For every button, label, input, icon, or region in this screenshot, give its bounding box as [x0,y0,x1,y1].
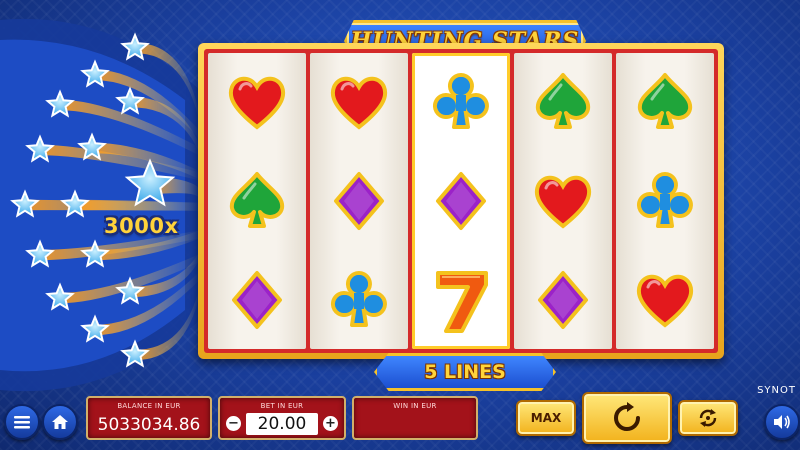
multiplier-label: 3000x [104,214,179,238]
spin-arrow-icon [614,402,640,431]
win-panel: WIN IN EUR [352,396,478,440]
club-symbol [632,168,698,234]
diamond-icon [538,270,588,329]
heart-icon [330,77,388,130]
club-symbol [326,267,392,333]
diamond-symbol [326,168,392,234]
seven-icon [436,270,488,333]
spade-symbol [224,168,290,234]
reel-4 [514,53,612,349]
spade-symbol [530,69,596,135]
diamond-symbol [428,168,494,234]
reel-3 [412,53,510,349]
reel-5 [616,53,714,349]
balance-value: 5033034.86 [97,415,201,435]
balance-label: BALANCE IN EUR [117,402,181,410]
menu-icon [14,416,30,429]
reel-1 [208,53,306,349]
home-button[interactable] [42,404,78,440]
heart-symbol [632,267,698,333]
heart-symbol [326,69,392,135]
reels-frame [198,43,724,359]
lines-banner: 5 LINES [374,353,556,391]
win-label: WIN IN EUR [393,402,437,410]
menu-button[interactable] [4,404,40,440]
reels-grid [204,49,718,353]
autoplay-icon [699,409,717,427]
club-icon [330,270,387,327]
spade-icon [535,73,591,130]
diamond-icon [334,171,384,230]
sound-icon [774,415,790,429]
diamond-symbol [224,267,290,333]
seven-symbol [428,267,494,333]
diamond-icon [232,270,282,329]
club-icon [636,171,693,228]
max-bet-button[interactable]: MAX [516,400,576,436]
bet-value: 20.00 [246,413,318,435]
heart-icon [534,175,592,229]
bet-increase-button[interactable]: + [323,416,338,431]
home-icon [52,415,68,429]
bet-panel: BET IN EUR − 20.00 + [218,396,346,440]
bet-label: BET IN EUR [260,402,304,410]
club-symbol [428,69,494,135]
bottom-control-bar: BALANCE IN EUR 5033034.86 BET IN EUR − 2… [0,392,800,450]
spade-symbol [632,69,698,135]
diamond-icon [436,171,486,230]
spin-button[interactable] [582,392,672,444]
balance-panel: BALANCE IN EUR 5033034.86 [86,396,212,440]
autoplay-button[interactable] [678,400,738,436]
lines-label: 5 LINES [424,361,506,383]
max-bet-label: MAX [530,411,562,425]
bet-decrease-button[interactable]: − [226,416,241,431]
reel-2 [310,53,408,349]
sound-button[interactable] [764,404,800,440]
heart-symbol [530,168,596,234]
heart-icon [636,274,694,328]
spade-icon [229,171,285,228]
club-icon [432,73,489,130]
diamond-symbol [530,267,596,333]
heart-symbol [224,69,290,135]
heart-icon [228,77,286,130]
spade-icon [637,73,693,130]
